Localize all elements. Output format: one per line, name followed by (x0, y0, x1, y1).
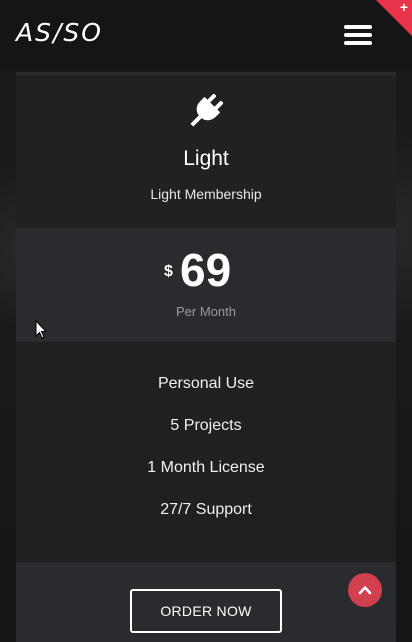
price-section: $ 69 Per Month (16, 228, 396, 342)
price-period: Per Month (176, 304, 236, 319)
mouse-cursor-icon (35, 320, 47, 339)
feature-item: 27/7 Support (160, 501, 252, 518)
feature-item: 5 Projects (170, 417, 242, 434)
plan-header: Light Light Membership (16, 75, 396, 228)
corner-toggle-button[interactable]: + (376, 0, 412, 36)
plan-title: Light (183, 147, 229, 170)
order-section: ORDER NOW (16, 562, 396, 642)
hamburger-menu-icon[interactable] (344, 24, 372, 46)
plus-icon: + (399, 0, 408, 15)
plan-subtitle: Light Membership (150, 186, 262, 202)
pricing-card: Light Light Membership $ 69 Per Month Pe… (16, 72, 396, 642)
feature-item: Personal Use (157, 375, 255, 392)
plug-icon (190, 93, 224, 127)
currency-symbol: $ (164, 263, 173, 280)
chevron-up-icon (358, 586, 372, 595)
feature-item: 1 Month License (147, 459, 265, 476)
site-logo[interactable]: AS/SO (16, 18, 103, 47)
scroll-to-top-button[interactable] (348, 573, 382, 607)
price-amount: 69 (180, 244, 232, 296)
top-bar: AS/SO (0, 0, 412, 70)
feature-list: Personal Use 5 Projects 1 Month License … (16, 342, 396, 562)
order-now-button[interactable]: ORDER NOW (130, 589, 282, 633)
